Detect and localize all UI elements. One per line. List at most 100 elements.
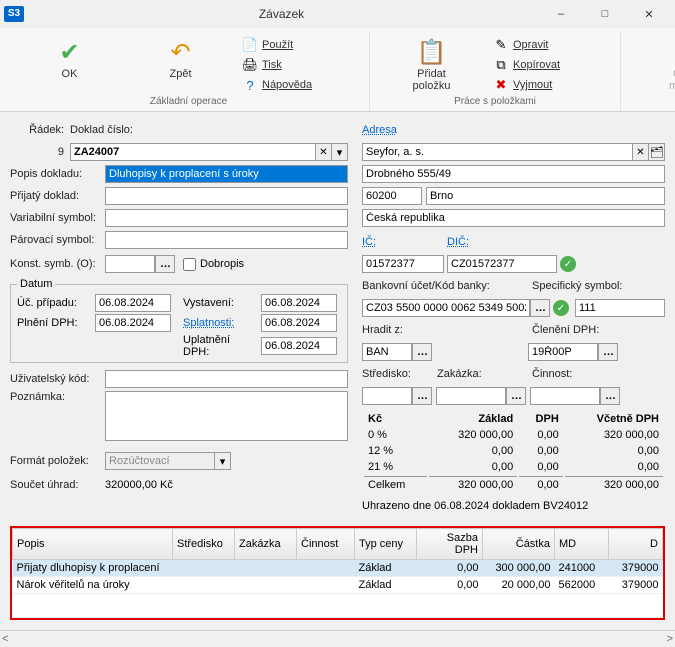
- ic-label[interactable]: IČ:: [362, 236, 447, 248]
- ok-button[interactable]: ✔ OK: [16, 34, 123, 82]
- doc-number-dropdown[interactable]: ▾: [332, 143, 348, 161]
- vat-split-lookup[interactable]: …: [598, 343, 618, 361]
- note-textarea[interactable]: [105, 391, 348, 441]
- close-button[interactable]: ✕: [627, 0, 671, 28]
- bank-lookup[interactable]: …: [530, 299, 550, 317]
- const-symbol-input[interactable]: [105, 255, 155, 273]
- cinnost-input[interactable]: [530, 387, 600, 405]
- cinnost-label: Činnost:: [532, 368, 572, 380]
- payments-sum-label: Součet úhrad:: [10, 479, 105, 491]
- vat-split-input[interactable]: [528, 343, 598, 361]
- const-symbol-label: Konst. symb. (O):: [10, 258, 105, 270]
- horizontal-scrollbar[interactable]: < >: [0, 630, 675, 647]
- pln-date-label: Plnění DPH:: [17, 317, 87, 329]
- received-doc-label: Přijatý doklad:: [10, 190, 105, 202]
- ribbon-group-basic: ✔ OK ↶ Zpět 📄Použít 🖨Tisk ?Nápověda Zákl…: [8, 32, 370, 111]
- spec-symbol-input[interactable]: [575, 299, 665, 317]
- note-label: Poznámka:: [10, 391, 105, 403]
- stredisko-input[interactable]: [362, 387, 412, 405]
- item-format-dropdown[interactable]: ▾: [215, 452, 231, 470]
- variable-symbol-label: Variabilní symbol:: [10, 212, 105, 224]
- address-country-input[interactable]: [362, 209, 665, 227]
- ok-icon: ✔: [54, 36, 86, 68]
- upl-date-input[interactable]: [261, 337, 337, 355]
- matching-symbol-input[interactable]: [105, 231, 348, 249]
- add-item-button[interactable]: 📋 Přidatpoložku: [378, 34, 485, 94]
- bank-valid-icon: ✓: [553, 300, 569, 316]
- copy-button[interactable]: ⧉Kopírovat: [489, 56, 612, 74]
- usercode-label: Uživatelský kód:: [10, 373, 105, 385]
- payments-sum-value: 320000,00 Kč: [105, 479, 173, 491]
- dic-label[interactable]: DIČ:: [447, 236, 469, 248]
- dobropis-checkbox[interactable]: Dobropis: [183, 258, 244, 271]
- fix-button[interactable]: ✎Opravit: [489, 36, 612, 54]
- back-icon: ↶: [165, 36, 197, 68]
- minimize-button[interactable]: –: [539, 0, 583, 28]
- scroll-right-icon[interactable]: >: [667, 633, 673, 645]
- print-button[interactable]: 🖨Tisk: [238, 56, 361, 74]
- zakazka-label: Zakázka:: [437, 368, 532, 380]
- address-lookup[interactable]: 🗂: [649, 143, 665, 161]
- items-grid-header[interactable]: Popis Středisko Zakázka Činnost Typ ceny…: [13, 529, 663, 560]
- address-clear[interactable]: ✕: [633, 143, 649, 161]
- currency-icon: ¢: [667, 36, 675, 68]
- doc-number-clear[interactable]: ✕: [316, 143, 332, 161]
- foreign-currency-button[interactable]: ¢ Cizíměny: [629, 34, 675, 94]
- bank-input[interactable]: [362, 299, 530, 317]
- spl-date-label[interactable]: Splatnosti:: [183, 317, 253, 329]
- item-format-label: Formát položek:: [10, 455, 105, 467]
- back-button[interactable]: ↶ Zpět: [127, 34, 234, 82]
- variable-symbol-input[interactable]: [105, 209, 348, 227]
- address-name-input[interactable]: [362, 143, 633, 161]
- stredisko-label: Středisko:: [362, 368, 437, 380]
- item-format-select[interactable]: [105, 452, 215, 470]
- cut-button[interactable]: ✖Vyjmout: [489, 76, 612, 94]
- right-column: Adresa ✕ 🗂 IČ: DIČ: ✓ Bankovní účet/Kód …: [362, 120, 665, 512]
- add-item-icon: 📋: [416, 36, 448, 68]
- address-label[interactable]: Adresa: [362, 124, 397, 136]
- pln-date-input[interactable]: [95, 314, 171, 332]
- help-button[interactable]: ?Nápověda: [238, 76, 361, 94]
- title-bar: S3 Závazek – □ ✕: [0, 0, 675, 28]
- maximize-button[interactable]: □: [583, 0, 627, 28]
- cut-icon: ✖: [493, 77, 509, 93]
- doc-number-input[interactable]: [70, 143, 316, 161]
- table-row[interactable]: Přijaty dluhopisy k proplacení Základ0,0…: [13, 560, 663, 577]
- items-grid[interactable]: Popis Středisko Zakázka Činnost Typ ceny…: [10, 526, 665, 620]
- address-street-input[interactable]: [362, 165, 665, 183]
- ribbon-caption-basic: Základní operace: [150, 96, 227, 109]
- use-icon: 📄: [242, 37, 258, 53]
- app-icon: S3: [4, 6, 24, 22]
- table-row[interactable]: Nárok věřitelů na úroky Základ0,00 20 00…: [13, 577, 663, 594]
- zakazka-lookup[interactable]: …: [506, 387, 526, 405]
- row-number-value: 9: [10, 146, 70, 158]
- left-column: Řádek: Doklad číslo: 9 ✕ ▾ Popis dokladu…: [10, 120, 348, 512]
- usercode-input[interactable]: [105, 370, 348, 388]
- uc-date-input[interactable]: [95, 294, 171, 312]
- ribbon-caption-items: Práce s položkami: [454, 96, 536, 109]
- use-button[interactable]: 📄Použít: [238, 36, 361, 54]
- address-city-input[interactable]: [426, 187, 665, 205]
- payfrom-lookup[interactable]: …: [412, 343, 432, 361]
- zakazka-input[interactable]: [436, 387, 506, 405]
- print-icon: 🖨: [242, 57, 258, 73]
- cinnost-lookup[interactable]: …: [600, 387, 620, 405]
- row-number-label: Řádek:: [10, 124, 70, 136]
- dic-input[interactable]: [447, 255, 557, 273]
- const-symbol-lookup[interactable]: …: [155, 255, 175, 273]
- ic-input[interactable]: [362, 255, 444, 273]
- scroll-left-icon[interactable]: <: [2, 633, 8, 645]
- spec-symbol-label: Specifický symbol:: [532, 280, 622, 292]
- fix-icon: ✎: [493, 37, 509, 53]
- spl-date-input[interactable]: [261, 314, 337, 332]
- date-fieldset: Datum Úč. případu: Vystavení: Plnění DPH…: [10, 278, 348, 363]
- vyst-date-input[interactable]: [261, 294, 337, 312]
- address-zip-input[interactable]: [362, 187, 422, 205]
- vyst-date-label: Vystavení:: [183, 297, 253, 309]
- table-row[interactable]: [13, 594, 663, 618]
- received-doc-input[interactable]: [105, 187, 348, 205]
- window-title: Závazek: [24, 7, 539, 21]
- payfrom-input[interactable]: [362, 343, 412, 361]
- description-input[interactable]: [105, 165, 348, 183]
- stredisko-lookup[interactable]: …: [412, 387, 432, 405]
